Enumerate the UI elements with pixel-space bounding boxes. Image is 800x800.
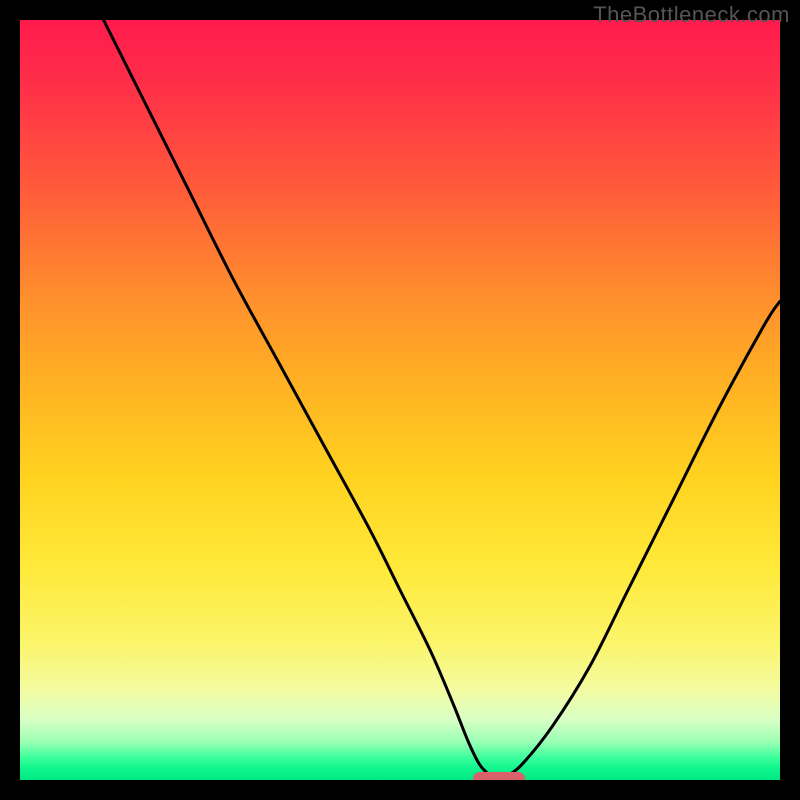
watermark-label: TheBottleneck.com bbox=[593, 2, 790, 28]
minimum-marker bbox=[473, 772, 525, 780]
chart-frame: TheBottleneck.com bbox=[0, 0, 800, 800]
bottleneck-curve bbox=[20, 20, 780, 780]
plot-area bbox=[20, 20, 780, 780]
